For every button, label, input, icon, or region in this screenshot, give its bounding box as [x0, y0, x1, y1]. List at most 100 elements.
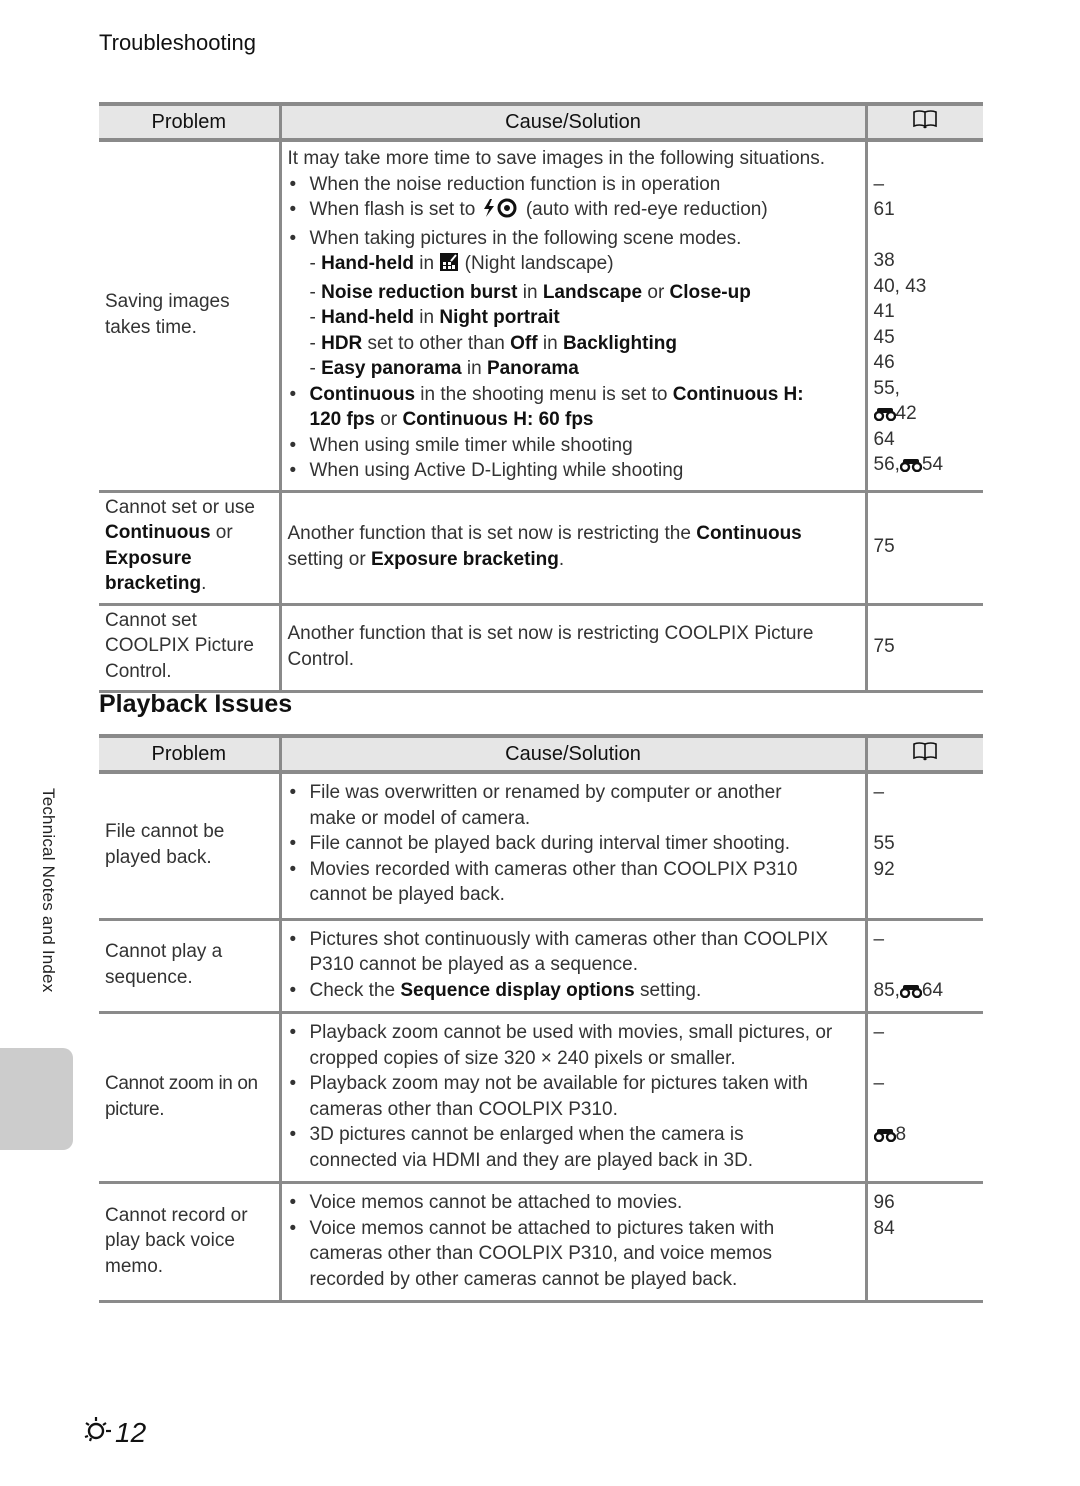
table-row: Cannot set or use Continuous or Exposure… [99, 491, 983, 606]
cause-text: Another function that is set now is rest… [287, 523, 697, 544]
sub-item: - Easy panorama in Panorama [309, 358, 579, 379]
cause-bold: Exposure bracketing [370, 548, 559, 570]
sub-item: - Hand-held in (Night landscape) [288, 251, 859, 280]
problem-cell: Cannot play a sequence. [99, 919, 280, 1014]
page-ref[interactable]: 92 [874, 857, 978, 883]
page-ref[interactable]: – [874, 172, 978, 198]
cause-text: . [558, 548, 565, 570]
page-ref[interactable]: 64 [874, 427, 978, 453]
ref-blank [874, 952, 978, 978]
problem-cell: File cannot be played back. [99, 772, 280, 921]
page-ref[interactable]: 41 [874, 299, 978, 325]
item-text: (auto with red-eye reduction) [520, 199, 768, 220]
item-text: in [461, 358, 487, 379]
item-text: File was overwritten or renamed by compu… [309, 782, 782, 803]
list-item: 3D pictures cannot be enlarged when the … [288, 1122, 859, 1173]
page-ref[interactable]: 46 [874, 350, 978, 376]
problem-cell: Cannot set COOLPIX Picture Control. [99, 604, 280, 693]
problem-text: Continuous or [105, 520, 273, 546]
item-text: cannot be played back. [309, 884, 505, 905]
table-row: Saving images takes time. It may take mo… [99, 140, 983, 493]
book-icon [912, 741, 938, 767]
cause-cell: Another function that is set now is rest… [278, 491, 866, 606]
page-ref[interactable]: 96 [874, 1190, 978, 1216]
reference-cell[interactable]: 75 [864, 491, 983, 606]
table-row: File cannot be played back. File was ove… [99, 772, 983, 921]
problem-cell: Cannot record or play back voice memo. [99, 1182, 280, 1303]
list-item: Pictures shot continuously with cameras … [288, 927, 859, 978]
page-ref: – [873, 928, 885, 950]
item-text: 3D pictures cannot be enlarged when the … [309, 1124, 744, 1145]
page-ref[interactable]: 38 [874, 248, 978, 274]
cause-intro: It may take more time to save images in … [287, 148, 826, 169]
item-text: When flash is set to [309, 199, 481, 220]
item-bold: Sequence display options [400, 979, 635, 1001]
reference-cell[interactable]: 75 [864, 604, 983, 693]
item-text: in the shooting menu is set to [415, 383, 673, 405]
header-cause-solution: Cause/Solution [278, 734, 866, 774]
page-ref[interactable]: 85, 64 [874, 978, 978, 1004]
header-problem: Problem [99, 734, 280, 774]
list-item: Playback zoom may not be available for p… [288, 1071, 859, 1122]
item-text: setting. [634, 979, 702, 1001]
header-problem: Problem [99, 102, 280, 142]
item-bold: Easy panorama [321, 358, 462, 379]
page-ref[interactable]: 61 [874, 197, 978, 223]
problem-cell: Cannot set or use Continuous or Exposure… [99, 491, 280, 606]
header-cause-solution: Cause/Solution [278, 102, 866, 142]
item-text: make or model of camera. [309, 807, 531, 829]
header-reference [864, 734, 983, 774]
problem-text: Exposure bracketing. [105, 546, 215, 597]
item-text: (Night landscape) [459, 253, 614, 274]
item-bold: Hand-held [321, 253, 414, 274]
page-ref[interactable]: 55 [874, 831, 978, 857]
page-ref[interactable]: 8 [873, 1122, 978, 1150]
reference-cell: 96 84 [864, 1182, 983, 1303]
table-row: Cannot play a sequence. Pictures shot co… [99, 919, 983, 1014]
item-text: cameras other than COOLPIX P310, and voi… [309, 1243, 773, 1264]
list-item: When using Active D-Lighting while shoot… [288, 458, 859, 484]
item-text: Voice memos cannot be attached to pictur… [309, 1217, 775, 1239]
item-text: in [537, 332, 563, 354]
reference-cell: – 61 38 40, 43 41 45 46 55, 42 64 56, 54 [864, 140, 983, 493]
table-header-row: Problem Cause/Solution [99, 734, 983, 774]
page-number-text: 12 [115, 1416, 147, 1448]
cause-cell: It may take more time to save images in … [278, 140, 866, 493]
page-ref[interactable]: 42 [873, 401, 978, 429]
list-item: Voice memos cannot be attached to pictur… [288, 1216, 859, 1293]
item-bold: HDR [321, 332, 363, 354]
page-ref[interactable]: 84 [874, 1216, 978, 1242]
item-bold: 120 fps [309, 409, 375, 430]
reference-binoculars-icon [873, 403, 896, 429]
list-item: When taking pictures in the following sc… [288, 226, 859, 252]
cause-cell: File was overwritten or renamed by compu… [278, 772, 866, 921]
section-title: Playback Issues [99, 690, 293, 718]
ref-number: 56, [873, 454, 900, 475]
page-ref: – [873, 1022, 885, 1043]
ref-number: 64 [921, 979, 944, 1001]
item-text: Pictures shot continuously with cameras … [309, 928, 829, 950]
ref-number: 54 [921, 454, 944, 475]
problem-cell: Saving images takes time. [99, 140, 280, 493]
ref-number: 85, [873, 979, 900, 1001]
list-item: Continuous in the shooting menu is set t… [288, 382, 859, 408]
cause-cell: Playback zoom cannot be used with movies… [278, 1012, 866, 1184]
problem-text: . [201, 573, 207, 594]
page-ref[interactable]: 40, 43 [874, 274, 978, 300]
page-ref[interactable]: 55, [874, 376, 978, 402]
list-item: When using smile timer while shooting [288, 433, 859, 459]
page-ref[interactable]: 45 [874, 325, 978, 351]
page-ref[interactable]: 56, 54 [874, 452, 978, 478]
item-text: in [414, 253, 440, 274]
reference-cell: – – 8 [864, 1012, 983, 1184]
page-ref: – [873, 782, 885, 803]
reference-binoculars-icon [873, 1124, 896, 1150]
problem-text: or [210, 522, 233, 543]
list-item: When the noise reduction function is in … [288, 172, 859, 198]
item-text: P310 cannot be played as a sequence. [309, 954, 639, 975]
night-landscape-icon [439, 252, 459, 280]
header-reference [864, 102, 983, 142]
list-item: When flash is set to (auto with red-eye … [288, 197, 859, 226]
item-bold: Off [510, 332, 538, 354]
sub-item: - HDR set to other than Off in Backlight… [309, 332, 677, 354]
